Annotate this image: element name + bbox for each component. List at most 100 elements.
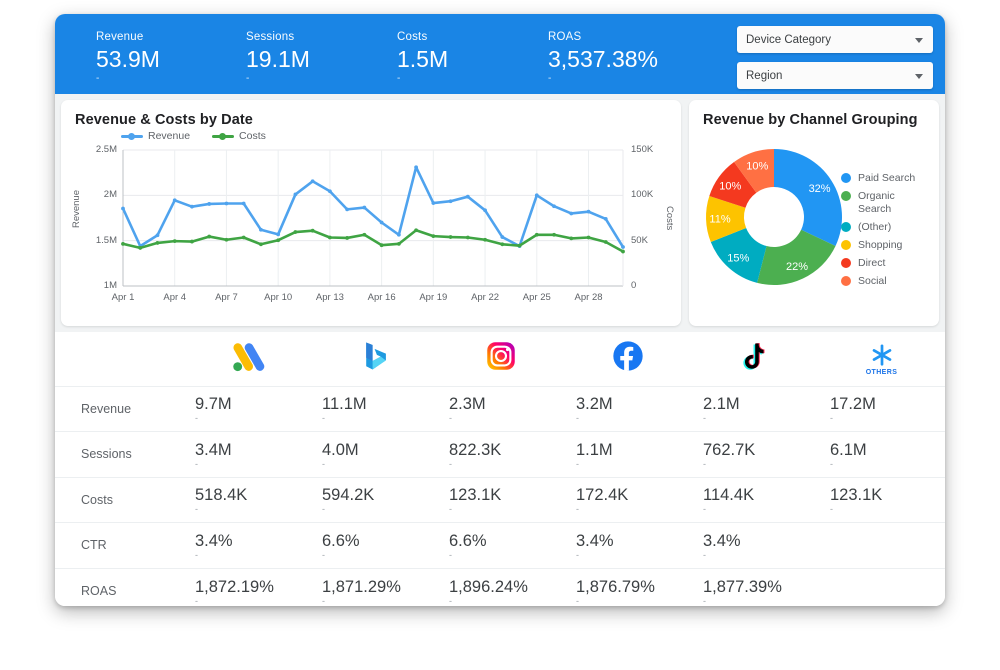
table-cell: [818, 522, 945, 568]
donut-slice-label: 32%: [809, 183, 831, 195]
facebook-icon: [612, 341, 643, 371]
table-cell: 1,876.79% -: [564, 567, 691, 606]
donut-legend-label: (Other): [858, 221, 892, 233]
table-row: Revenue 9.7M -11.1M -2.3M -3.2M -2.1M -17.2M -: [55, 385, 945, 432]
donut-legend-dot: [841, 173, 851, 183]
x-axis-tick: Apr 19: [419, 292, 448, 303]
cell-delta: -: [195, 458, 198, 469]
cell-value: 822.3K: [449, 440, 502, 459]
table-cell: 3.4% -: [183, 522, 310, 568]
y-axis-tick-right: 100K: [631, 189, 654, 201]
cell-value: 3.2M: [576, 395, 613, 414]
donut-legend-item[interactable]: Direct: [841, 257, 915, 270]
cell-value: 762.7K: [703, 440, 756, 459]
cell-value: 6.1M: [830, 440, 867, 459]
table-cell: 9.7M -: [183, 385, 310, 432]
cell-delta: -: [322, 595, 325, 606]
cell-value: 172.4K: [576, 486, 629, 505]
donut-legend-label: Organic Search: [858, 190, 895, 215]
column-header-tiktok: [691, 332, 818, 386]
x-axis-tick: Apr 10: [264, 292, 293, 303]
donut-slice[interactable]: [774, 149, 842, 246]
cell-value: 1,877.39%: [703, 577, 782, 596]
revenue-costs-chart-card: Revenue & Costs by Date Revenue Costs Re…: [61, 100, 681, 326]
cell-delta: -: [830, 413, 833, 424]
kpi-sessions-sub: -: [246, 73, 250, 84]
cell-delta: -: [703, 458, 706, 469]
kpi-costs-value: 1.5M: [397, 46, 449, 72]
cell-value: 3.4%: [195, 531, 233, 550]
cell-delta: -: [322, 458, 325, 469]
kpi-revenue-value: 53.9M: [96, 46, 160, 72]
table-cell: 1,872.19% -: [183, 567, 310, 606]
dashboard-card: Revenue 53.9M - Sessions 19.1M - Costs 1…: [55, 14, 945, 606]
x-axis-tick: Apr 22: [471, 292, 500, 303]
donut-slice-label: 15%: [727, 253, 749, 265]
kpi-roas-label: ROAS: [548, 31, 582, 43]
kpi-costs-sub: -: [397, 73, 401, 84]
cell-value: 11.1M: [322, 395, 367, 414]
header-filters: Device Category Region: [737, 26, 933, 89]
cell-value: 1,872.19%: [195, 577, 274, 596]
legend-swatch-revenue: [121, 132, 143, 140]
table-cell: 1,871.29% -: [310, 567, 437, 606]
table-cell: 4.0M -: [310, 431, 437, 477]
table-cell: 172.4K -: [564, 476, 691, 523]
x-axis-tick: Apr 25: [522, 292, 551, 303]
region-select[interactable]: Region: [737, 62, 933, 89]
legend-label-revenue: Revenue: [148, 130, 191, 142]
chevron-down-icon: [915, 37, 923, 43]
cell-value: 17.2M: [830, 395, 876, 414]
donut-legend-label: Paid Search: [858, 172, 916, 184]
kpi-revenue: Revenue 53.9M -: [55, 30, 206, 84]
channel-grouping-chart: 32% 22% 15% 11% 10% 10% Paid Search Organic Se…: [689, 128, 939, 318]
donut-legend-item[interactable]: Shopping: [841, 239, 915, 252]
cell-delta: -: [322, 504, 325, 515]
table-cell: 3.2M -: [564, 385, 691, 432]
table-cell: 11.1M -: [310, 385, 437, 432]
y-axis-tick-right: 150K: [631, 144, 654, 155]
cell-delta: -: [830, 458, 833, 469]
donut-legend: Paid Search Organic Search (Other) Shopping…: [841, 172, 915, 293]
cell-delta: -: [322, 413, 325, 424]
cell-delta: -: [449, 549, 452, 560]
cell-value: 3.4M: [195, 440, 232, 459]
legend-label-costs: Costs: [239, 130, 266, 142]
row-label: Costs: [55, 476, 183, 523]
table-cell: 594.2K -: [310, 476, 437, 523]
cell-delta: -: [449, 595, 452, 606]
y-axis-tick-left: 1M: [103, 280, 117, 291]
cell-value: 123.1K: [449, 486, 502, 505]
donut-legend-item[interactable]: Paid Search: [841, 172, 915, 185]
column-header-bing: [310, 332, 437, 386]
device-category-select-label: Device Category: [746, 33, 832, 46]
kpi-costs: Costs 1.5M -: [357, 30, 508, 84]
donut-legend-dot: [841, 258, 851, 268]
revenue-costs-chart-title: Revenue & Costs by Date: [75, 112, 253, 128]
column-header-google-ads: [183, 332, 310, 386]
donut-legend-item[interactable]: (Other): [841, 221, 915, 234]
table-row: CTR 3.4% -6.6% -6.6% -3.4% -3.4% -: [55, 522, 945, 568]
kpi-sessions-value: 19.1M: [246, 46, 310, 72]
legend-item-costs: Costs: [212, 130, 266, 142]
cell-delta: -: [576, 504, 579, 515]
donut-legend-item[interactable]: Organic Search: [841, 190, 915, 216]
table-cell: 6.1M -: [818, 431, 945, 477]
cell-delta: -: [195, 413, 198, 424]
kpi-sessions-label: Sessions: [246, 31, 295, 43]
donut-legend-item[interactable]: Social: [841, 275, 915, 288]
donut-legend-dot: [841, 240, 851, 250]
y-axis-title-costs: Costs: [664, 206, 675, 231]
device-category-select[interactable]: Device Category: [737, 26, 933, 53]
donut-legend-label: Shopping: [858, 239, 903, 251]
line-chart-plot: [121, 149, 625, 287]
row-label: Sessions: [55, 431, 183, 477]
x-axis-tick: Apr 28: [574, 292, 603, 303]
channel-metrics-table: OTHERS Revenue 9.7M -11.1M -2.3M -3.2M -2.1M -…: [55, 332, 945, 606]
bing-icon: [365, 342, 386, 370]
table-cell: 1,877.39% -: [691, 567, 818, 606]
table-cell: 3.4M -: [183, 431, 310, 477]
donut-slice-label: 10%: [719, 180, 741, 192]
cell-value: 1,896.24%: [449, 577, 528, 596]
table-cell: 6.6% -: [310, 522, 437, 568]
